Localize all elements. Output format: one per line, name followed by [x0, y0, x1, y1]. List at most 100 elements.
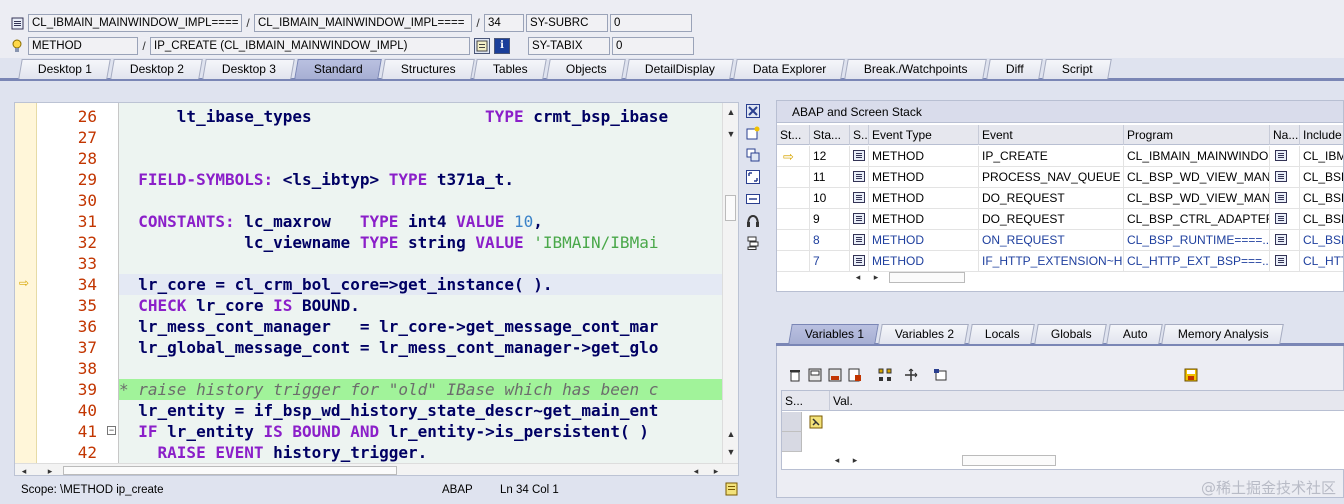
tab-variables-1[interactable]: Variables 1: [788, 324, 879, 344]
code-line: lr_mess_cont_manager = lr_core->get_mess…: [119, 317, 659, 336]
scroll-left-icon[interactable]: ◂: [691, 466, 701, 475]
source-code-editor[interactable]: ⇨ 26 27 28 29 30 31 32 33 34 35 36 37 38…: [14, 102, 739, 476]
navigate-icon[interactable]: [1270, 167, 1300, 188]
tab-desktop-1[interactable]: Desktop 1: [18, 59, 111, 79]
tab-desktop-3[interactable]: Desktop 3: [202, 59, 295, 79]
services-icon[interactable]: [745, 214, 761, 230]
variable-edit-icon[interactable]: [809, 415, 823, 429]
tab-desktop-2[interactable]: Desktop 2: [110, 59, 203, 79]
event-name: DO_REQUEST: [979, 188, 1124, 209]
line-number: 26: [77, 107, 97, 126]
column-header[interactable]: Sta...: [810, 125, 850, 145]
layout-icon[interactable]: [933, 368, 949, 384]
scroll-down-icon[interactable]: ▼: [726, 447, 736, 457]
event-type-field[interactable]: METHOD: [28, 37, 138, 55]
column-header[interactable]: Event: [979, 125, 1124, 145]
tab-globals[interactable]: Globals: [1034, 324, 1107, 344]
widen-icon[interactable]: [745, 192, 761, 208]
navigate-icon[interactable]: [1270, 209, 1300, 230]
column-header[interactable]: Include: [1300, 125, 1343, 145]
code-area[interactable]: lt_ibase_types TYPE crmt_bsp_ibase FIELD…: [119, 103, 723, 463]
fold-toggle-icon[interactable]: −: [107, 426, 116, 435]
editor-vertical-scrollbar[interactable]: ▲ ▼ ▲ ▼: [722, 103, 738, 463]
editor-horizontal-scrollbar[interactable]: ◂ ▸ ◂ ▸: [15, 463, 738, 475]
scroll-right-icon[interactable]: ▸: [45, 466, 55, 475]
scroll-right-icon[interactable]: ▸: [871, 272, 881, 282]
include-program-field[interactable]: CL_IBMAIN_MAINWINDOW_IMPL====: [254, 14, 472, 32]
main-program-field[interactable]: CL_IBMAIN_MAINWINDOW_IMPL====: [28, 14, 242, 32]
scroll-thumb[interactable]: [962, 455, 1056, 466]
stack-row[interactable]: 8 METHOD ON_REQUEST CL_BSP_RUNTIME====..…: [777, 230, 1343, 251]
row-selector[interactable]: [782, 432, 802, 452]
notes-icon[interactable]: [725, 482, 738, 503]
line-number: 31: [77, 212, 97, 231]
scroll-down-icon[interactable]: ▼: [726, 129, 736, 139]
column-header[interactable]: Val.: [830, 391, 1344, 411]
scroll-left-icon[interactable]: ◂: [19, 466, 29, 475]
debugger-header: CL_IBMAIN_MAINWINDOW_IMPL==== / CL_IBMAI…: [0, 0, 1344, 58]
scroll-right-icon[interactable]: ▸: [711, 466, 721, 475]
sysvar-name-field-1[interactable]: SY-SUBRC: [526, 14, 608, 32]
sysvar-value-field-1[interactable]: 0: [610, 14, 692, 32]
sysvar-name-field-2[interactable]: SY-TABIX: [528, 37, 610, 55]
column-header[interactable]: Na...: [1270, 125, 1300, 145]
maximize-icon[interactable]: [745, 170, 761, 186]
row-selector[interactable]: [782, 412, 802, 432]
tab-data-explorer[interactable]: Data Explorer: [733, 59, 846, 79]
sysvar-value-field-2[interactable]: 0: [612, 37, 694, 55]
save-variables-icon[interactable]: [807, 368, 823, 384]
stack-row[interactable]: 9 METHOD DO_REQUEST CL_BSP_CTRL_ADAPTER.…: [777, 209, 1343, 230]
navigate-icon[interactable]: [1270, 188, 1300, 209]
scroll-left-icon[interactable]: ◂: [853, 272, 863, 282]
tab-standard[interactable]: Standard: [294, 59, 382, 79]
export-icon[interactable]: [847, 368, 863, 384]
stack-row[interactable]: ⇨ 12 METHOD IP_CREATE CL_IBMAIN_MAINWIND…: [777, 146, 1343, 167]
load-variables-icon[interactable]: [827, 368, 843, 384]
swap-tool-icon[interactable]: [745, 148, 761, 164]
delete-icon[interactable]: [787, 368, 803, 384]
tab-memory-analysis[interactable]: Memory Analysis: [1161, 324, 1284, 344]
settings-icon[interactable]: [745, 236, 761, 252]
scroll-up-icon[interactable]: ▲: [726, 429, 736, 439]
column-header[interactable]: St...: [777, 125, 810, 145]
column-header[interactable]: S...: [782, 391, 830, 411]
scroll-thumb[interactable]: [725, 195, 736, 221]
move-icon[interactable]: [903, 368, 919, 384]
scroll-right-icon[interactable]: ▸: [850, 455, 860, 465]
save-icon[interactable]: [1183, 368, 1199, 384]
navigate-icon[interactable]: [1270, 146, 1300, 167]
scroll-thumb[interactable]: [63, 466, 397, 475]
tab-tables[interactable]: Tables: [473, 59, 547, 79]
navigate-icon[interactable]: [1270, 230, 1300, 251]
column-header[interactable]: Event Type: [869, 125, 979, 145]
stack-row[interactable]: 10 METHOD DO_REQUEST CL_BSP_WD_VIEW_MAN.…: [777, 188, 1343, 209]
stack-horizontal-scrollbar[interactable]: ◂ ▸: [847, 269, 1343, 285]
event-name-field[interactable]: IP_CREATE (CL_IBMAIN_MAINWINDOW_IMPL): [150, 37, 470, 55]
display-source-icon[interactable]: [474, 38, 490, 54]
column-header[interactable]: Program: [1124, 125, 1270, 145]
breakpoint-gutter[interactable]: ⇨: [15, 103, 37, 463]
scroll-left-icon[interactable]: ◂: [832, 455, 842, 465]
tab-variables-2[interactable]: Variables 2: [878, 324, 970, 344]
tab-breakpoints[interactable]: Break./Watchpoints: [844, 59, 987, 79]
tab-detail-display[interactable]: DetailDisplay: [625, 59, 734, 79]
variables-panel: S... Val. ◂ ▸: [776, 346, 1344, 498]
code-line: lc_viewname TYPE string VALUE 'IBMAIN/IB…: [119, 233, 659, 252]
close-icon[interactable]: [745, 104, 761, 120]
tab-diff[interactable]: Diff: [986, 59, 1043, 79]
info-icon[interactable]: i: [494, 38, 510, 54]
column-header[interactable]: S...: [850, 125, 869, 145]
tab-auto[interactable]: Auto: [1105, 324, 1163, 344]
new-tool-icon[interactable]: [745, 126, 761, 142]
language-label: ABAP: [442, 484, 473, 496]
stack-row[interactable]: 11 METHOD PROCESS_NAV_QUEUE CL_BSP_WD_VI…: [777, 167, 1343, 188]
tab-objects[interactable]: Objects: [546, 59, 626, 79]
tab-script[interactable]: Script: [1041, 59, 1112, 79]
tab-locals[interactable]: Locals: [968, 324, 1035, 344]
variables-horizontal-scrollbar[interactable]: ◂ ▸: [830, 453, 1342, 469]
scroll-thumb[interactable]: [889, 272, 965, 283]
line-number-field[interactable]: 34: [484, 14, 524, 32]
tree-icon[interactable]: [877, 368, 893, 384]
tab-structures[interactable]: Structures: [381, 59, 475, 79]
scroll-up-icon[interactable]: ▲: [726, 107, 736, 117]
